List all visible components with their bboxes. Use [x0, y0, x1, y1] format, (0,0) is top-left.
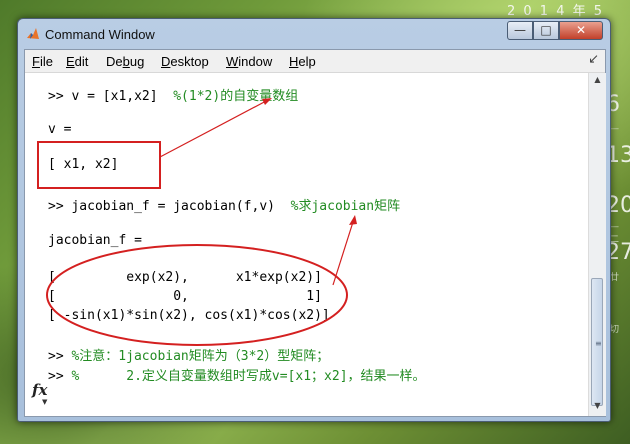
minimize-button[interactable]: — [507, 21, 533, 40]
command-line: jacobian_f = [48, 233, 142, 248]
command-line: [ x1, x2] [48, 157, 119, 172]
calendar-year-month: 2 0 1 4 年 5 [507, 4, 605, 19]
command-line: >> jacobian_f = jacobian(f,v) %求jacobian… [48, 199, 401, 214]
menu-debug[interactable]: Debug [106, 54, 144, 69]
menu-edit[interactable]: Edit [66, 54, 88, 69]
matrix-row: [ exp(x2), x1*exp(x2)] [48, 270, 322, 285]
menu-bar: File Edit Debug Desktop Window Help ↙ [25, 50, 605, 73]
grip-icon: ≡ [595, 339, 602, 348]
command-line: v = [48, 122, 72, 137]
menu-help[interactable]: Help [289, 54, 316, 69]
scroll-up-icon[interactable]: ▲ [591, 75, 604, 88]
matlab-logo-icon [27, 28, 39, 39]
matrix-row: [ -sin(x1)*sin(x2), cos(x1)*cos(x2)] [48, 308, 330, 323]
scroll-down-icon[interactable]: ▼ [591, 401, 604, 414]
calendar-day-note: 切 [610, 325, 620, 335]
command-window: Command Window — □ ✕ File Edit Debug Des… [17, 18, 611, 422]
window-title: Command Window [45, 27, 155, 42]
menu-window[interactable]: Window [226, 54, 272, 69]
close-button[interactable]: ✕ [559, 21, 603, 40]
calendar-day-note: — [610, 124, 619, 134]
menu-file[interactable]: File [32, 54, 53, 69]
command-line: >> %注意：1jacobian矩阵为（3*2）型矩阵； [48, 349, 330, 364]
function-browser-icon[interactable]: fx [32, 381, 47, 399]
chevron-down-icon[interactable]: ▼ [42, 398, 47, 406]
undock-icon[interactable]: ↙ [588, 52, 599, 67]
maximize-button[interactable]: □ [533, 21, 559, 40]
command-line: >> v = [x1,x2] %(1*2)的自变量数组 [48, 89, 299, 104]
calendar-day-note: 廿 [610, 273, 620, 283]
command-line: >> % 2.定义自变量数组时写成v=[x1；x2]，结果一样。 [48, 369, 426, 384]
menu-desktop[interactable]: Desktop [161, 54, 209, 69]
title-bar[interactable]: Command Window — □ ✕ [18, 19, 610, 49]
matrix-row: [ 0, 1] [48, 289, 322, 304]
scrollbar-thumb[interactable]: ≡ [591, 278, 603, 406]
window-client-area: File Edit Debug Desktop Window Help ↙ >>… [24, 49, 606, 417]
vertical-scrollbar[interactable]: ▲ ≡ ▼ [588, 73, 606, 416]
command-output[interactable]: >> v = [x1,x2] %(1*2)的自变量数组 v = [ x1, x2… [25, 73, 588, 416]
